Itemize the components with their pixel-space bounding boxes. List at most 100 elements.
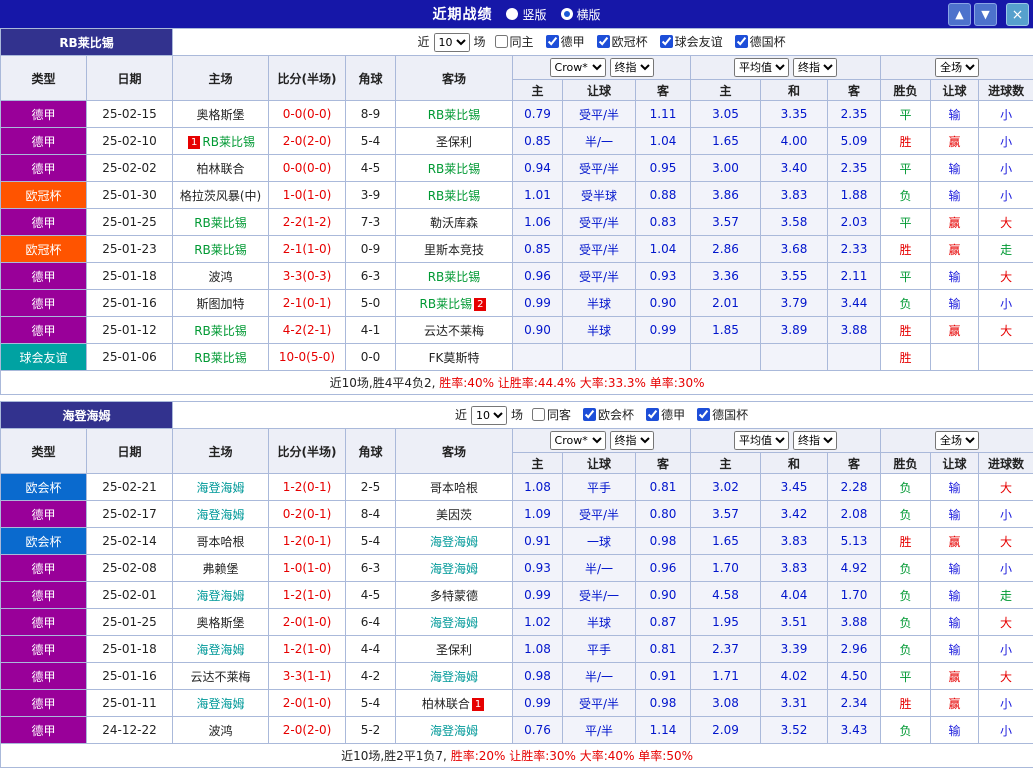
league-filter-input[interactable] [583, 408, 596, 421]
away-team[interactable]: 海登海姆 [430, 670, 478, 684]
average-time-select[interactable]: 终指 [793, 58, 837, 77]
away-team[interactable]: 美因茨 [436, 508, 472, 522]
home-team[interactable]: 海登海姆 [197, 508, 245, 522]
league-filter-checkbox[interactable]: 德甲 [644, 408, 685, 422]
league-filter-checkbox[interactable]: 德国杯 [733, 35, 786, 49]
away-team[interactable]: 圣保利 [436, 643, 472, 657]
away-team[interactable]: RB莱比锡 [428, 162, 481, 176]
away-team[interactable]: RB莱比锡 [420, 297, 473, 311]
home-team[interactable]: RB莱比锡 [194, 351, 247, 365]
match-score[interactable]: 10-0(5-0) [269, 344, 346, 371]
home-team[interactable]: 海登海姆 [197, 589, 245, 603]
match-count-select[interactable]: 10 [434, 33, 470, 52]
away-team[interactable]: 圣保利 [436, 135, 472, 149]
scroll-down-button[interactable]: ▼ [974, 3, 997, 26]
home-team[interactable]: 云达不莱梅 [191, 670, 251, 684]
match-score[interactable]: 2-1(1-0) [269, 236, 346, 263]
league-filter-checkbox[interactable]: 欧冠杯 [595, 35, 648, 49]
odds-time-select[interactable]: 终指 [610, 431, 654, 450]
home-team[interactable]: 波鸿 [209, 724, 233, 738]
match-score[interactable]: 2-0(2-0) [269, 717, 346, 744]
match-score[interactable]: 1-2(1-0) [269, 636, 346, 663]
match-score[interactable]: 3-3(1-1) [269, 663, 346, 690]
away-team[interactable]: RB莱比锡 [428, 270, 481, 284]
match-score[interactable]: 2-0(1-0) [269, 609, 346, 636]
home-team[interactable]: 奥格斯堡 [197, 108, 245, 122]
match-count-select[interactable]: 10 [471, 406, 507, 425]
same-venue-input[interactable] [532, 408, 545, 421]
away-team[interactable]: RB莱比锡 [428, 108, 481, 122]
odds-company-select[interactable]: Crow* [550, 58, 606, 77]
match-score[interactable]: 0-0(0-0) [269, 101, 346, 128]
radio-horizontal[interactable]: 横版 [561, 6, 601, 23]
match-score[interactable]: 2-2(1-2) [269, 209, 346, 236]
goals-result-cell: 小 [979, 717, 1033, 744]
league-filter-input[interactable] [735, 35, 748, 48]
match-score[interactable]: 0-0(0-0) [269, 155, 346, 182]
match-score[interactable]: 2-1(0-1) [269, 290, 346, 317]
league-filter-checkbox[interactable]: 德甲 [544, 35, 585, 49]
same-venue-checkbox[interactable]: 同主 [493, 35, 534, 49]
away-team[interactable]: 云达不莱梅 [424, 324, 484, 338]
radio-vertical[interactable]: 竖版 [506, 6, 546, 23]
home-team[interactable]: 海登海姆 [197, 697, 245, 711]
league-filter-input[interactable] [546, 35, 559, 48]
away-team[interactable]: 柏林联合 [422, 697, 470, 711]
league-filter-checkbox[interactable]: 德国杯 [695, 408, 748, 422]
close-button[interactable]: × [1006, 3, 1029, 26]
home-team[interactable]: 柏林联合 [197, 162, 245, 176]
league-filter-input[interactable] [697, 408, 710, 421]
away-team[interactable]: 多特蒙德 [430, 589, 478, 603]
scope-select[interactable]: 全场 [935, 58, 979, 77]
scope-select[interactable]: 全场 [935, 431, 979, 450]
home-team[interactable]: 海登海姆 [197, 481, 245, 495]
odds-company-select[interactable]: Crow* [550, 431, 606, 450]
away-team[interactable]: 海登海姆 [430, 535, 478, 549]
same-venue-checkbox[interactable]: 同客 [530, 408, 571, 422]
home-team[interactable]: 海登海姆 [197, 643, 245, 657]
away-team-cell: 圣保利 [396, 128, 513, 155]
date-cell: 25-02-21 [87, 474, 173, 501]
average-time-select[interactable]: 终指 [793, 431, 837, 450]
match-score[interactable]: 1-2(0-1) [269, 474, 346, 501]
match-score[interactable]: 1-0(1-0) [269, 182, 346, 209]
same-venue-input[interactable] [495, 35, 508, 48]
away-team[interactable]: RB莱比锡 [428, 189, 481, 203]
away-team[interactable]: 海登海姆 [430, 724, 478, 738]
match-score[interactable]: 0-2(0-1) [269, 501, 346, 528]
home-team[interactable]: 奥格斯堡 [197, 616, 245, 630]
average-select[interactable]: 平均值 [734, 431, 789, 450]
away-team[interactable]: 哥本哈根 [430, 481, 478, 495]
league-filter-checkbox[interactable]: 球会友谊 [658, 35, 723, 49]
league-filter-input[interactable] [646, 408, 659, 421]
match-score[interactable]: 2-0(1-0) [269, 690, 346, 717]
match-score[interactable]: 3-3(0-3) [269, 263, 346, 290]
scroll-up-button[interactable]: ▲ [948, 3, 971, 26]
home-team[interactable]: RB莱比锡 [194, 324, 247, 338]
match-score[interactable]: 2-0(2-0) [269, 128, 346, 155]
away-team[interactable]: 勒沃库森 [430, 216, 478, 230]
home-team[interactable]: 弗赖堡 [203, 562, 239, 576]
match-row: 欧冠杯25-01-30格拉茨风暴(中)1-0(1-0)3-9RB莱比锡1.01受… [1, 182, 1033, 209]
away-team[interactable]: 海登海姆 [430, 616, 478, 630]
home-team[interactable]: 格拉茨风暴(中) [180, 189, 261, 203]
league-filter-input[interactable] [597, 35, 610, 48]
away-team[interactable]: FK莫斯特 [429, 351, 480, 365]
home-team-cell: RB莱比锡 [173, 209, 269, 236]
match-score[interactable]: 1-2(0-1) [269, 528, 346, 555]
home-team[interactable]: RB莱比锡 [194, 243, 247, 257]
home-team[interactable]: RB莱比锡 [202, 135, 255, 149]
away-team[interactable]: 里斯本竞技 [424, 243, 484, 257]
home-team[interactable]: 哥本哈根 [197, 535, 245, 549]
away-team[interactable]: 海登海姆 [430, 562, 478, 576]
league-filter-checkbox[interactable]: 欧会杯 [581, 408, 634, 422]
league-filter-input[interactable] [660, 35, 673, 48]
home-team[interactable]: 斯图加特 [197, 297, 245, 311]
average-select[interactable]: 平均值 [734, 58, 789, 77]
odds-time-select[interactable]: 终指 [610, 58, 654, 77]
match-score[interactable]: 1-0(1-0) [269, 555, 346, 582]
match-score[interactable]: 4-2(2-1) [269, 317, 346, 344]
home-team[interactable]: RB莱比锡 [194, 216, 247, 230]
home-team[interactable]: 波鸿 [209, 270, 233, 284]
match-score[interactable]: 1-2(1-0) [269, 582, 346, 609]
